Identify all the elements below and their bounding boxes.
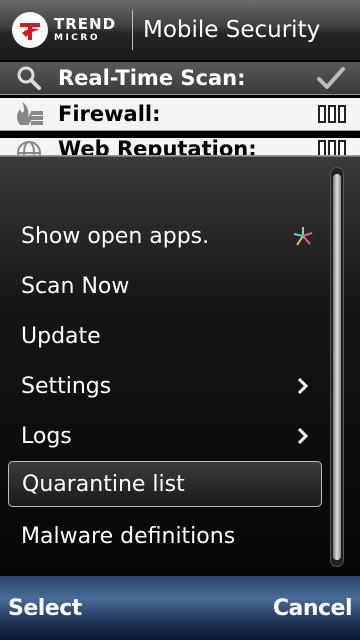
header-divider — [132, 10, 133, 50]
status-label-firewall: Firewall: — [58, 102, 161, 126]
trend-micro-logo: TREND MICRO — [0, 12, 130, 48]
firewall-icon — [14, 101, 44, 127]
multitask-icon — [288, 225, 318, 247]
logo-wordmark-micro: MICRO — [54, 33, 100, 43]
softkey-bar: Select Cancel — [0, 576, 360, 640]
menu-item-show-open-apps[interactable]: Show open apps. — [8, 213, 322, 259]
status-label-realtime-scan: Real-Time Scan: — [58, 66, 246, 90]
menu-item-logs[interactable]: Logs — [8, 413, 322, 459]
status-row-web-reputation[interactable]: Web Reputation: — [0, 138, 360, 156]
menu-item-label: Update — [21, 323, 101, 349]
trend-micro-logo-icon — [12, 12, 48, 48]
menu-item-label: Logs — [21, 423, 72, 449]
status-row-realtime-scan[interactable]: Real-Time Scan: — [0, 62, 360, 95]
menu-scrollbar-thumb[interactable] — [333, 174, 341, 560]
globe-icon — [14, 140, 44, 155]
menu-item-label: Scan Now — [21, 273, 130, 299]
menu-item-scan-now[interactable]: Scan Now — [8, 263, 322, 309]
cancel-softkey[interactable]: Cancel — [273, 596, 353, 621]
menu-item-label: Malware definitions — [21, 523, 236, 549]
checkmark-icon — [316, 65, 346, 91]
app-title: Mobile Security — [143, 17, 321, 43]
status-label-web-reputation: Web Reputation: — [58, 138, 257, 156]
menu-item-update[interactable]: Update — [8, 313, 322, 359]
logo-wordmark-trend: TREND — [54, 15, 117, 33]
chevron-right-icon — [288, 376, 318, 396]
status-bars-icon — [318, 140, 346, 155]
menu-item-malware-definitions[interactable]: Malware definitions — [8, 513, 322, 559]
chevron-right-icon — [288, 426, 318, 446]
options-menu: Show open apps. Scan Now Update Settings… — [0, 156, 360, 576]
menu-item-label: Quarantine list — [22, 471, 185, 497]
select-softkey[interactable]: Select — [8, 596, 82, 621]
status-bars-icon — [318, 105, 346, 123]
menu-item-label: Show open apps. — [21, 223, 210, 249]
menu-item-label: Settings — [21, 373, 112, 399]
menu-item-quarantine-list[interactable]: Quarantine list — [8, 461, 322, 507]
app-header: TREND MICRO Mobile Security — [0, 0, 360, 60]
menu-item-settings[interactable]: Settings — [8, 363, 322, 409]
menu-scrollbar[interactable] — [330, 167, 344, 567]
status-row-firewall[interactable]: Firewall: — [0, 98, 360, 131]
magnifier-icon — [14, 65, 44, 91]
